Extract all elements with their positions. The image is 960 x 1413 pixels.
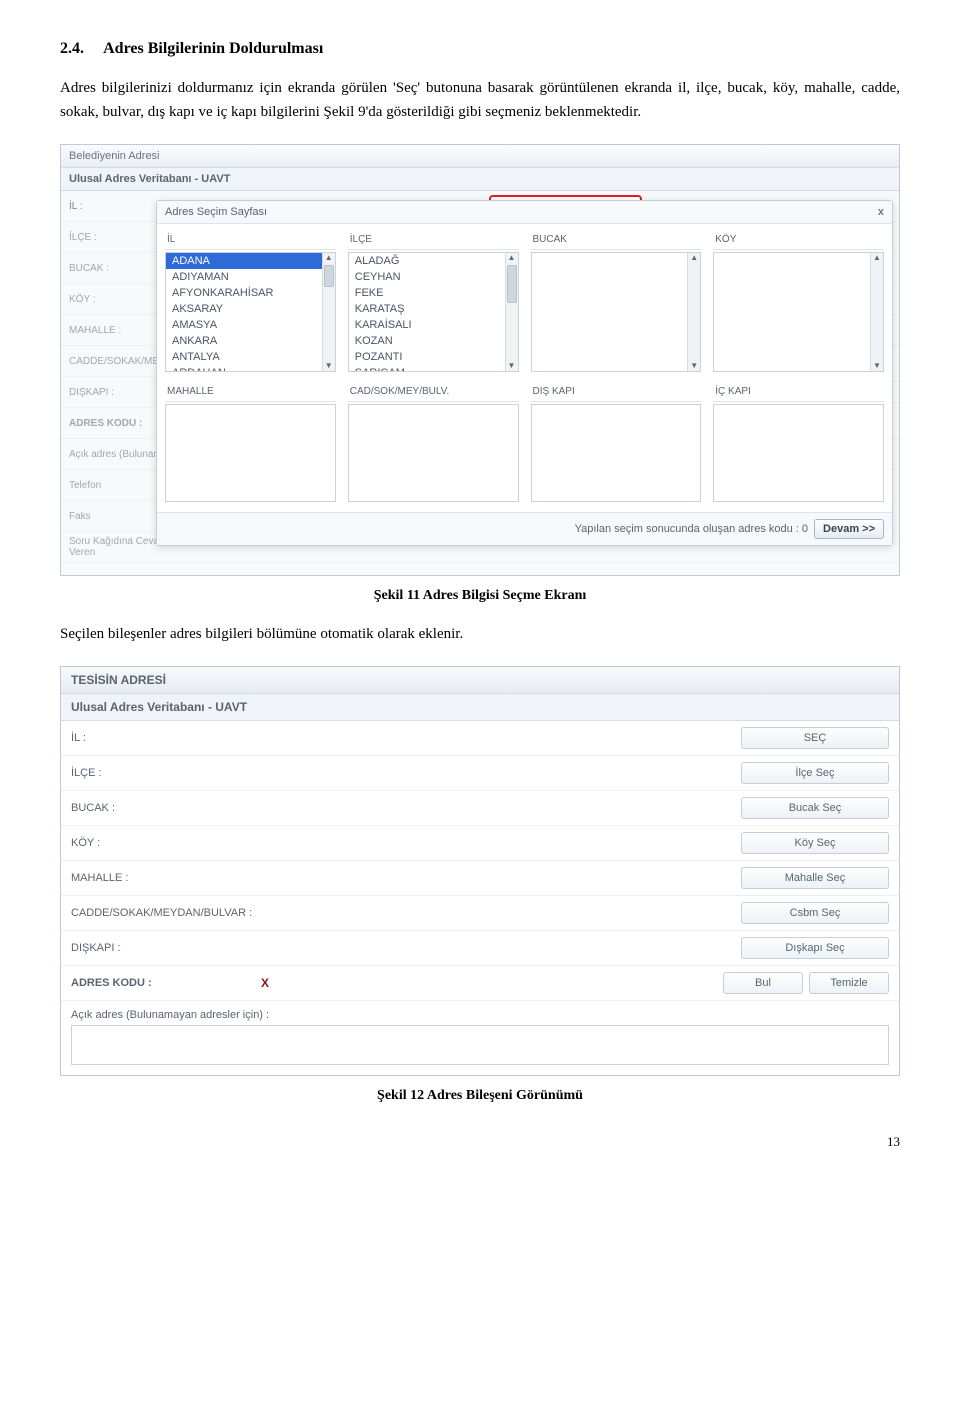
csbm-label: CADDE/SOKAK/MEYDAN/BULVAR :	[71, 907, 261, 919]
ickapi-listbox[interactable]	[713, 404, 884, 502]
panel-title: Belediyenin Adresi	[61, 145, 899, 168]
diskapi-label: DIŞKAPI :	[71, 942, 261, 954]
panel-subhead: Ulusal Adres Veritabanı - UAVT	[61, 168, 899, 191]
scroll-down-icon[interactable]: ▼	[690, 361, 698, 371]
ickapi-col-head: İÇ KAPI	[713, 382, 884, 402]
heading-number: 2.4.	[60, 40, 100, 58]
page-number: 13	[60, 1134, 900, 1150]
list-item[interactable]: ANTALYA	[166, 349, 335, 365]
bucak-label: BUCAK :	[71, 802, 261, 814]
acik-adres-textarea[interactable]	[71, 1025, 889, 1065]
diskapi-sec-button[interactable]: Dışkapı Seç	[741, 937, 889, 959]
koy-label: KÖY :	[71, 837, 261, 849]
il-label: İL :	[71, 732, 261, 744]
acik-adres-section: Açık adres (Bulunamayan adresler için) :	[61, 1001, 899, 1075]
list-item[interactable]: AMASYA	[166, 317, 335, 333]
between-paragraph: Seçilen bileşenler adres bilgileri bölüm…	[60, 622, 900, 646]
table-row: CADDE/SOKAK/MEYDAN/BULVAR : Csbm Seç	[61, 896, 899, 931]
intro-paragraph: Adres bilgilerinizi doldurmanız için ekr…	[60, 76, 900, 124]
adreskodu-label: ADRES KODU :	[71, 977, 261, 989]
list-item[interactable]: KOZAN	[349, 333, 518, 349]
list-item[interactable]: CEYHAN	[349, 269, 518, 285]
scroll-down-icon[interactable]: ▼	[508, 361, 516, 371]
list-item[interactable]: POZANTI	[349, 349, 518, 365]
adres-kodu-row: ADRES KODU : X Bul Temizle	[61, 966, 899, 1001]
scroll-up-icon[interactable]: ▲	[508, 253, 516, 263]
list-item[interactable]: ALADAĞ	[349, 253, 518, 269]
diskapi-listbox[interactable]	[531, 404, 702, 502]
heading-title: Adres Bilgilerinin Doldurulması	[103, 40, 323, 57]
list-item[interactable]: ANKARA	[166, 333, 335, 349]
table-row: İL : SEÇ	[61, 721, 899, 756]
ilce-label: İLÇE :	[71, 767, 261, 779]
scroll-up-icon[interactable]: ▲	[873, 253, 881, 263]
koy-col-head: KÖY	[713, 230, 884, 250]
il-col-head: İL	[165, 230, 336, 250]
bucak-col-head: BUCAK	[531, 230, 702, 250]
scroll-up-icon[interactable]: ▲	[690, 253, 698, 263]
tesis-adres-panel: TESİSİN ADRESİ Ulusal Adres Veritabanı -…	[60, 666, 900, 1076]
temizle-button[interactable]: Temizle	[809, 972, 889, 994]
bucak-sec-button[interactable]: Bucak Seç	[741, 797, 889, 819]
diskapi-col-head: DIŞ KAPI	[531, 382, 702, 402]
list-item[interactable]: KARAİSALI	[349, 317, 518, 333]
koy-listbox[interactable]: ▲ ▼	[713, 252, 884, 372]
scrollbar[interactable]: ▲ ▼	[505, 253, 518, 371]
scroll-down-icon[interactable]: ▼	[873, 361, 881, 371]
mahalle-label: MAHALLE :	[71, 872, 261, 884]
mahalle-listbox[interactable]	[165, 404, 336, 502]
list-item[interactable]: SARIÇAM	[349, 365, 518, 372]
belediye-adres-panel: Belediyenin Adresi Ulusal Adres Veritaba…	[60, 144, 900, 576]
table-row: BUCAK : Bucak Seç	[61, 791, 899, 826]
scroll-up-icon[interactable]: ▲	[325, 253, 333, 263]
list-item[interactable]: ADIYAMAN	[166, 269, 335, 285]
table-row: İLÇE : İlçe Seç	[61, 756, 899, 791]
scroll-down-icon[interactable]: ▼	[325, 361, 333, 371]
csbm-listbox[interactable]	[348, 404, 519, 502]
scrollbar[interactable]: ▲ ▼	[687, 253, 700, 371]
sec-button[interactable]: SEÇ	[741, 727, 889, 749]
csbm-sec-button[interactable]: Csbm Seç	[741, 902, 889, 924]
ilce-col-head: İLÇE	[348, 230, 519, 250]
modal-title: Adres Seçim Sayfası	[165, 206, 267, 218]
acik-adres-label: Açık adres (Bulunamayan adresler için) :	[71, 1009, 889, 1021]
footer-text: Yapılan seçim sonucunda oluşan adres kod…	[575, 523, 808, 535]
mahalle-col-head: MAHALLE	[165, 382, 336, 402]
scroll-thumb[interactable]	[507, 265, 517, 303]
il-listbox[interactable]: ADANA ADIYAMAN AFYONKARAHİSAR AKSARAY AM…	[165, 252, 336, 372]
list-item[interactable]: FEKE	[349, 285, 518, 301]
adres-secim-modal: Adres Seçim Sayfası x İL ADANA ADIYAMAN …	[156, 200, 893, 546]
table-row: MAHALLE : Mahalle Seç	[61, 861, 899, 896]
csbm-col-head: CAD/SOK/MEY/BULV.	[348, 382, 519, 402]
figure-caption-1: Şekil 11 Adres Bilgisi Seçme Ekranı	[60, 588, 900, 604]
mahalle-sec-button[interactable]: Mahalle Seç	[741, 867, 889, 889]
bucak-listbox[interactable]: ▲ ▼	[531, 252, 702, 372]
list-item[interactable]: AFYONKARAHİSAR	[166, 285, 335, 301]
tesis-title: TESİSİN ADRESİ	[61, 667, 899, 694]
table-row: DIŞKAPI : Dışkapı Seç	[61, 931, 899, 966]
table-row: KÖY : Köy Seç	[61, 826, 899, 861]
list-item[interactable]: ARDAHAN	[166, 365, 335, 372]
scrollbar[interactable]: ▲ ▼	[870, 253, 883, 371]
ilce-listbox[interactable]: ALADAĞ CEYHAN FEKE KARATAŞ KARAİSALI KOZ…	[348, 252, 519, 372]
section-heading: 2.4. Adres Bilgilerinin Doldurulması	[60, 40, 900, 58]
figure-caption-2: Şekil 12 Adres Bileşeni Görünümü	[60, 1088, 900, 1104]
scrollbar[interactable]: ▲ ▼	[322, 253, 335, 371]
list-item[interactable]: KARATAŞ	[349, 301, 518, 317]
adreskodu-value: X	[261, 976, 717, 990]
list-item[interactable]: AKSARAY	[166, 301, 335, 317]
bul-button[interactable]: Bul	[723, 972, 803, 994]
ilce-sec-button[interactable]: İlçe Seç	[741, 762, 889, 784]
close-icon[interactable]: x	[878, 206, 884, 218]
tesis-sub: Ulusal Adres Veritabanı - UAVT	[61, 694, 899, 721]
devam-button[interactable]: Devam >>	[814, 519, 884, 539]
koy-sec-button[interactable]: Köy Seç	[741, 832, 889, 854]
list-item[interactable]: ADANA	[166, 253, 335, 269]
scroll-thumb[interactable]	[324, 265, 334, 287]
